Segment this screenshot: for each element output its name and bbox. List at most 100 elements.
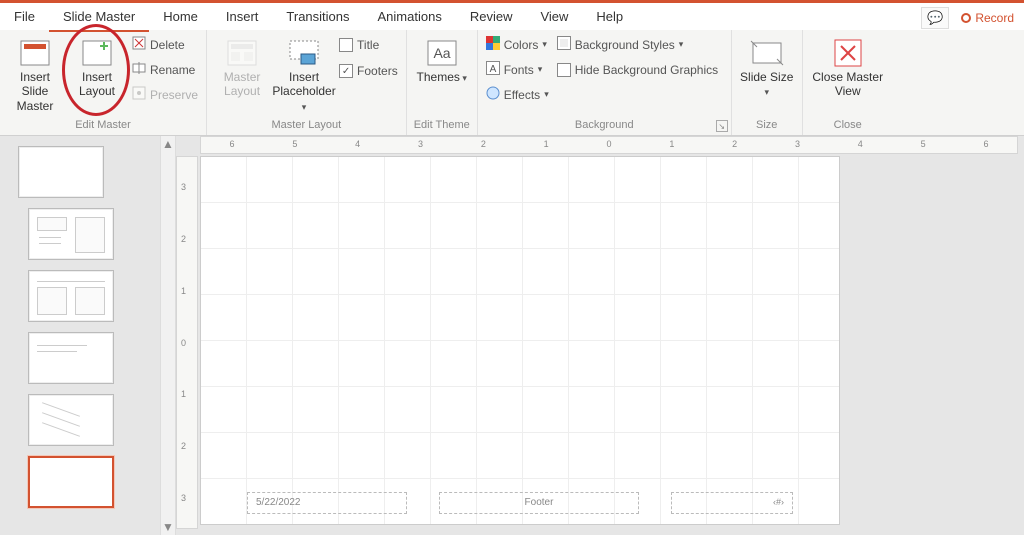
thumb-master[interactable] [18,146,104,198]
ruler-h-tick: 3 [418,139,423,149]
checkbox-unchecked-icon [339,38,353,52]
comments-button[interactable]: 💬 [921,7,949,29]
insert-placeholder-button[interactable]: Insert Placeholder [275,34,333,115]
date-placeholder[interactable]: 5/22/2022 [247,492,407,514]
svg-text:Aa: Aa [433,45,450,61]
title-checkbox[interactable]: Title [337,34,400,56]
thumb-layout-4[interactable] [28,394,114,446]
slide-number-placeholder[interactable]: ‹#› [671,492,793,514]
group-size: Slide Size Size [731,30,802,135]
tab-review[interactable]: Review [456,2,527,32]
scroll-up-icon[interactable]: ▲ [161,136,175,152]
footers-checkbox[interactable]: ✓ Footers [337,60,400,82]
insert-slide-master-button[interactable]: Insert Slide Master [6,34,64,115]
rename-label: Rename [150,63,195,77]
themes-label: Themes [417,70,467,84]
ruler-h-tick: 4 [355,139,360,149]
group-edit-master: Insert Slide Master Insert Layout Delete [0,30,206,135]
group-label-background: Background [484,117,725,133]
checkbox-unchecked-icon [557,63,571,77]
master-layout-icon [227,36,257,70]
placeholder-icon [289,36,319,70]
close-icon [834,36,862,70]
tab-slide-master[interactable]: Slide Master [49,2,149,32]
date-value: 5/22/2022 [256,497,301,508]
colors-button[interactable]: Colors [484,34,551,55]
tab-help[interactable]: Help [582,2,637,32]
ruler-h-tick: 0 [606,139,611,149]
ruler-h-tick: 4 [858,139,863,149]
footer-placeholder[interactable]: Footer [439,492,639,514]
thumb-layout-2[interactable] [28,270,114,322]
tab-transitions[interactable]: Transitions [272,2,363,32]
slide-canvas[interactable]: 5/22/2022 Footer ‹#› [200,156,840,525]
slide-master-icon [20,36,50,70]
group-background: Colors A Fonts Effects [477,30,731,135]
ruler-h-tick: 1 [544,139,549,149]
ruler-vertical: 3 2 1 0 1 2 3 [176,156,198,529]
record-label: Record [975,11,1014,25]
insert-slide-master-label: Insert Slide Master [8,70,62,113]
scroll-down-icon[interactable]: ▼ [161,519,175,535]
group-label-size: Size [738,117,796,133]
background-styles-button[interactable]: Background Styles [555,34,720,55]
insert-layout-icon [82,36,112,70]
footers-checkbox-label: Footers [357,64,398,78]
ruler-h-tick: 2 [732,139,737,149]
ruler-h-tick: 1 [669,139,674,149]
group-close: Close Master View Close [802,30,893,135]
delete-icon [132,36,146,53]
ruler-h-tick: 5 [921,139,926,149]
tab-file[interactable]: File [0,2,49,32]
insert-placeholder-label: Insert Placeholder [272,70,335,113]
fonts-button[interactable]: A Fonts [484,59,551,80]
group-label-edit-theme: Edit Theme [413,117,471,133]
group-label-close: Close [809,117,887,133]
checkbox-checked-icon: ✓ [339,64,353,78]
tab-view[interactable]: View [526,2,582,32]
ruler-h-tick: 3 [795,139,800,149]
ruler-h-tick: 6 [229,139,234,149]
hide-bg-checkbox[interactable]: Hide Background Graphics [555,59,720,81]
footer-value: Footer [525,497,554,508]
thumbnail-scrollbar[interactable]: ▲ ▼ [160,136,176,535]
thumb-layout-3[interactable] [28,332,114,384]
ruler-v-tick: 1 [181,286,186,296]
colors-label: Colors [504,38,539,52]
bg-styles-icon [557,36,571,53]
themes-button[interactable]: Aa Themes [413,34,471,86]
bg-styles-label: Background Styles [575,38,675,52]
ruler-v-tick: 1 [181,389,186,399]
themes-icon: Aa [427,36,457,70]
record-button[interactable]: Record [957,11,1018,25]
ruler-h-tick: 2 [481,139,486,149]
svg-text:A: A [489,64,496,75]
tab-insert[interactable]: Insert [212,2,273,32]
rename-icon [132,61,146,78]
speech-bubble-icon: 💬 [927,10,943,26]
ruler-v-tick: 3 [181,493,186,503]
record-icon [961,13,971,23]
effects-button[interactable]: Effects [484,84,551,105]
insert-layout-button[interactable]: Insert Layout [68,34,126,101]
tab-home[interactable]: Home [149,2,212,32]
background-dialog-launcher[interactable]: ↘ [716,120,728,132]
group-master-layout: Master Layout Insert Placeholder Title ✓… [206,30,406,135]
thumbnail-pane[interactable] [0,136,160,535]
thumb-layout-1[interactable] [28,208,114,260]
workspace: ▲ ▼ 6 5 4 3 2 1 0 1 2 3 4 5 6 3 [0,136,1024,535]
ribbon: Insert Slide Master Insert Layout Delete [0,30,1024,136]
title-checkbox-label: Title [357,38,379,52]
effects-icon [486,86,500,103]
hide-bg-label: Hide Background Graphics [575,63,718,77]
ruler-v-tick: 0 [181,338,186,348]
tab-animations[interactable]: Animations [364,2,456,32]
delete-label: Delete [150,38,185,52]
preserve-button[interactable]: Preserve [130,84,200,105]
master-layout-button: Master Layout [213,34,271,101]
delete-button[interactable]: Delete [130,34,200,55]
slide-size-button[interactable]: Slide Size [738,34,796,101]
close-master-view-button[interactable]: Close Master View [809,34,887,101]
rename-button[interactable]: Rename [130,59,200,80]
thumb-layout-5-selected[interactable] [28,456,114,508]
